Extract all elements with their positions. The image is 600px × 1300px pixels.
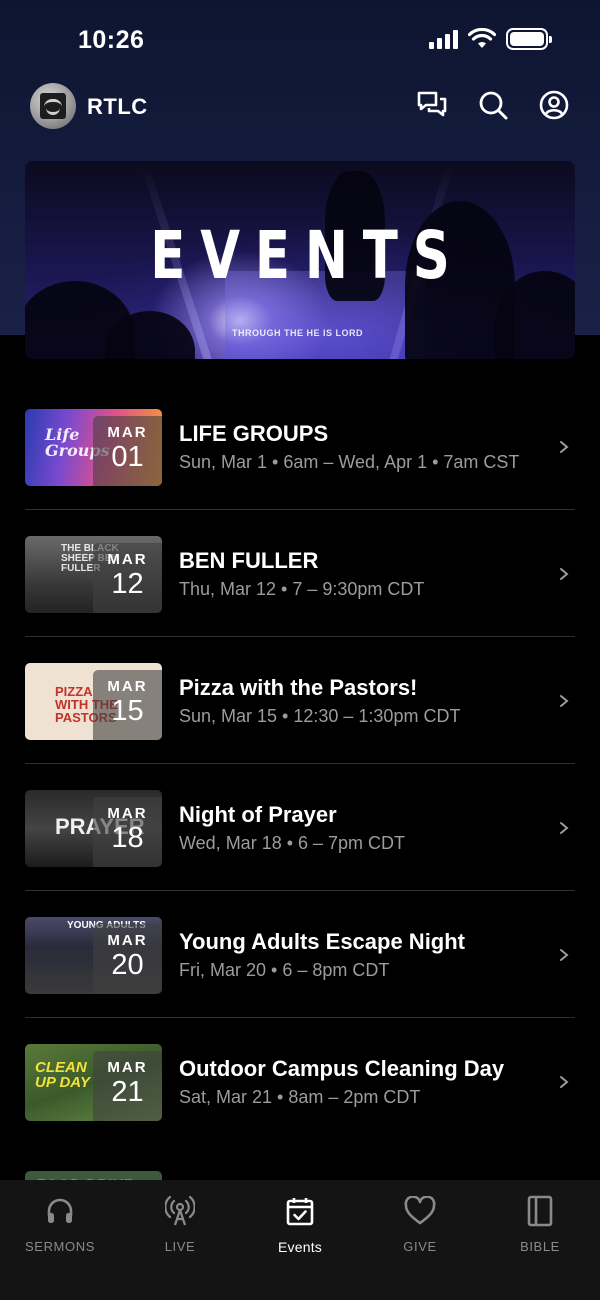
chevron-right-icon (560, 1076, 569, 1088)
event-thumbnail: PRAYER MAR 18 (25, 790, 162, 867)
tab-give[interactable]: GIVE (360, 1194, 480, 1254)
event-thumbnail: YOUNG ADULTS MAR 20 (25, 917, 162, 994)
event-title: Pizza with the Pastors! (179, 675, 418, 700)
hero-screen-caption: THROUGH THE HE IS LORD (232, 328, 364, 338)
tab-label: BIBLE (520, 1239, 560, 1254)
date-day: 01 (111, 441, 144, 473)
status-time: 10:26 (78, 26, 145, 54)
date-month: MAR (107, 424, 148, 441)
event-title: LIFE GROUPS (179, 421, 329, 446)
profile-button[interactable] (538, 89, 570, 121)
event-row[interactable]: PIZZA WITH THE PASTORS MAR 15 Pizza with… (25, 637, 575, 764)
event-thumbnail: CLEAN UP DAY MAR 21 (25, 1044, 162, 1121)
headphones-icon (43, 1194, 77, 1228)
battery-icon (506, 28, 552, 50)
event-row[interactable]: THE BLACK SHEEP BEN FULLER MAR 12 BEN FU… (25, 510, 575, 637)
date-day: 18 (111, 822, 144, 854)
book-icon (523, 1194, 557, 1228)
event-row[interactable]: Life Groups MAR 01 LIFE GROUPS Sun, Mar … (25, 383, 575, 510)
event-thumbnail: THE BLACK SHEEP BEN FULLER MAR 12 (25, 536, 162, 613)
chat-icon (417, 91, 447, 117)
chevron-right-icon (560, 695, 569, 707)
bottom-tab-bar: SERMONS LIVE Events GIVE BIBLE (0, 1180, 600, 1300)
event-list: Life Groups MAR 01 LIFE GROUPS Sun, Mar … (25, 383, 575, 1145)
tab-bible[interactable]: BIBLE (480, 1194, 600, 1254)
chat-button[interactable] (416, 89, 448, 121)
calendar-check-icon (283, 1194, 317, 1228)
event-datetime: Wed, Mar 18 • 6 – 7pm CDT (179, 833, 406, 853)
events-hero-banner: EVENTS THROUGH THE HE IS LORD (25, 161, 575, 359)
date-day: 12 (111, 568, 144, 600)
event-datetime: Thu, Mar 12 • 7 – 9:30pm CDT (179, 579, 425, 599)
chevron-right-icon (560, 441, 569, 453)
app-name: RTLC (87, 94, 148, 119)
tab-events[interactable]: Events (240, 1194, 360, 1255)
event-row[interactable]: CLEAN UP DAY MAR 21 Outdoor Campus Clean… (25, 1018, 575, 1145)
broadcast-icon (163, 1194, 197, 1228)
tab-label: SERMONS (25, 1239, 95, 1254)
church-logo[interactable] (30, 83, 76, 129)
chevron-right-icon (560, 949, 569, 961)
search-icon (479, 91, 508, 120)
date-badge: MAR 18 (93, 797, 162, 867)
status-icons (429, 28, 552, 50)
cellular-signal-icon (429, 29, 458, 49)
date-badge: MAR 12 (93, 543, 162, 613)
event-thumbnail: Life Groups MAR 01 (25, 409, 162, 486)
date-badge: MAR 20 (93, 924, 162, 994)
search-button[interactable] (477, 89, 509, 121)
tab-label: Events (278, 1239, 322, 1255)
event-datetime: Sat, Mar 21 • 8am – 2pm CDT (179, 1087, 421, 1107)
event-datetime: Fri, Mar 20 • 6 – 8pm CDT (179, 960, 390, 980)
event-row[interactable]: PRAYER MAR 18 Night of Prayer Wed, Mar 1… (25, 764, 575, 891)
event-title: Night of Prayer (179, 802, 337, 827)
event-datetime: Sun, Mar 1 • 6am – Wed, Apr 1 • 7am CST (179, 452, 520, 472)
date-badge: MAR 15 (93, 670, 162, 740)
tab-sermons[interactable]: SERMONS (0, 1194, 120, 1254)
tab-label: GIVE (403, 1239, 437, 1254)
date-day: 20 (111, 949, 144, 981)
chevron-right-icon (560, 568, 569, 580)
tab-live[interactable]: LIVE (120, 1194, 240, 1254)
date-month: MAR (107, 1059, 148, 1076)
date-day: 21 (111, 1076, 144, 1108)
date-day: 15 (111, 695, 144, 727)
app-header: RTLC (30, 83, 570, 129)
event-title: Outdoor Campus Cleaning Day (179, 1056, 505, 1081)
header-actions (416, 89, 570, 121)
chevron-right-icon (560, 822, 569, 834)
hero-title: EVENTS (150, 217, 465, 294)
heart-icon (403, 1194, 437, 1228)
user-profile-icon (539, 90, 569, 120)
event-thumbnail: PIZZA WITH THE PASTORS MAR 15 (25, 663, 162, 740)
event-title: Young Adults Escape Night (179, 929, 466, 954)
event-datetime: Sun, Mar 15 • 12:30 – 1:30pm CDT (179, 706, 461, 726)
date-month: MAR (107, 805, 148, 822)
event-title: BEN FULLER (179, 548, 319, 573)
date-month: MAR (107, 678, 148, 695)
date-badge: MAR 01 (93, 416, 162, 486)
event-row[interactable]: YOUNG ADULTS MAR 20 Young Adults Escape … (25, 891, 575, 1018)
date-badge: MAR 21 (93, 1051, 162, 1121)
date-month: MAR (107, 551, 148, 568)
tab-label: LIVE (164, 1239, 196, 1254)
date-month: MAR (107, 932, 148, 949)
status-bar: 10:26 (0, 0, 600, 80)
wifi-icon (468, 28, 496, 48)
